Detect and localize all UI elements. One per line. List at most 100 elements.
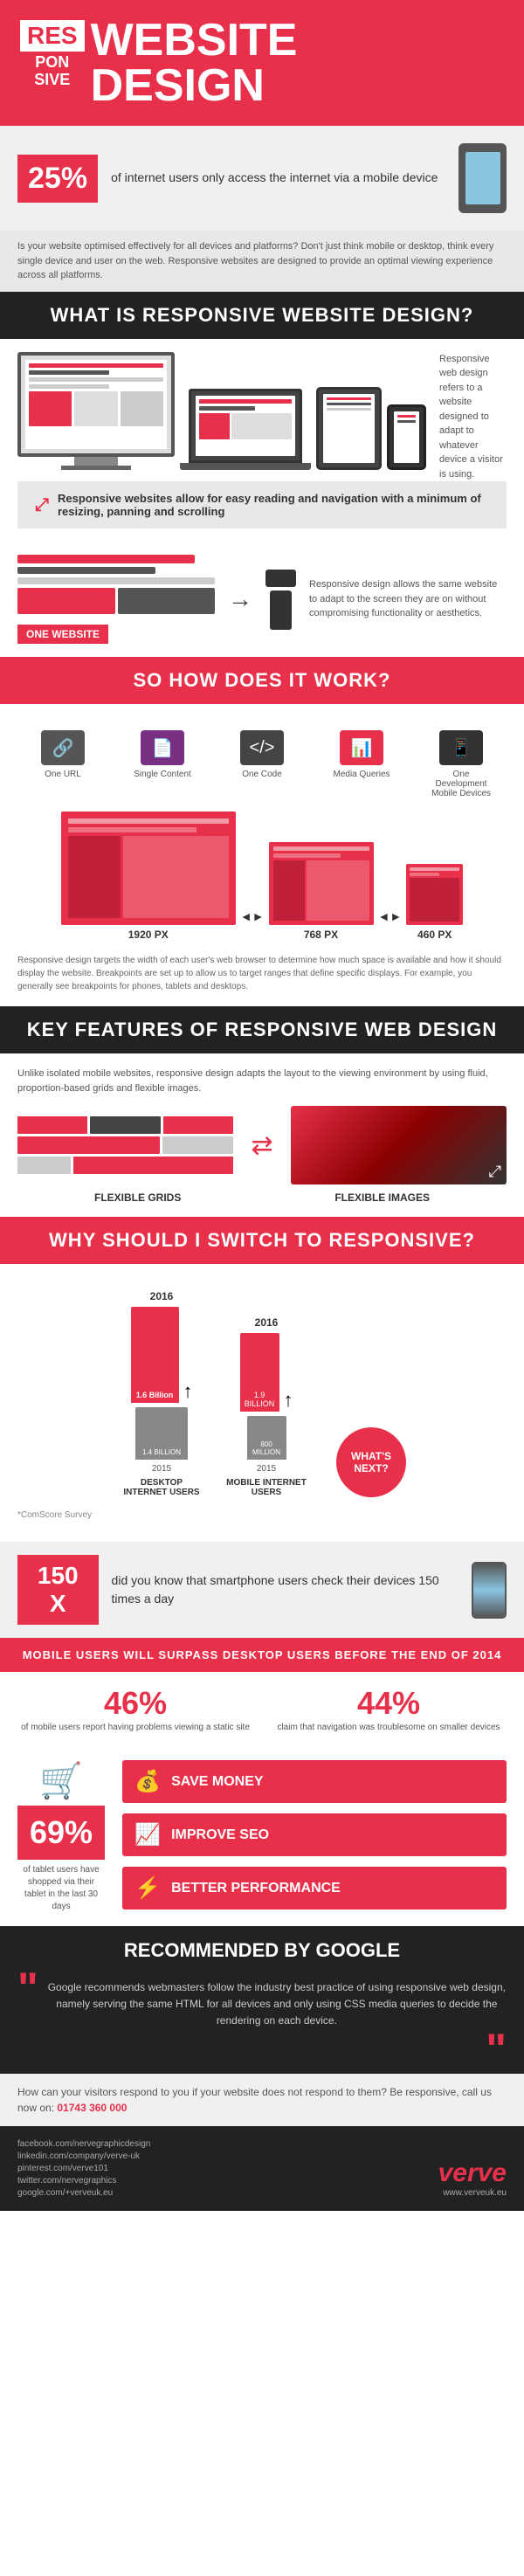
phone-number: 01743 360 000 <box>57 2102 127 2114</box>
pixel-sizes: 1920 PX ◄► 768 PX ◄► 460 PX <box>17 811 507 941</box>
features-intro: Unlike isolated mobile websites, respons… <box>17 1067 507 1095</box>
header: RES PONSIVE WEBSITE DESIGN <box>0 0 524 126</box>
header-title-line2: DESIGN <box>91 63 298 108</box>
footer-url: www.verveuk.eu <box>438 2188 507 2198</box>
social-facebook: facebook.com/nervegraphicdesign <box>17 2139 150 2149</box>
laptop-device <box>180 389 311 470</box>
savings-pct: 69% <box>17 1806 105 1860</box>
flexible-grids-visual <box>17 1116 233 1174</box>
header-title-line1: WEBSITE <box>91 17 298 63</box>
why-header: WHY SHOULD I SWITCH TO RESPONSIVE? <box>0 1217 524 1264</box>
quote-close-icon: " <box>17 2039 507 2061</box>
device-illustration <box>458 143 507 213</box>
how-item-code: </> One Code <box>227 730 297 798</box>
what-desc: Responsive web design refers to a websit… <box>439 352 507 482</box>
times-section: 150 X did you know that smartphone users… <box>0 1542 524 1638</box>
brand-block: verve www.verveuk.eu <box>438 2158 507 2198</box>
how-item-content: 📄 Single Content <box>128 730 197 798</box>
one-website-label: ONE WEBSITE <box>17 625 108 644</box>
what-header: WHAT IS RESPONSIVE WEBSITE DESIGN? <box>0 292 524 339</box>
benefit-improve-seo: 📈 IMPROVE SEO <box>122 1813 507 1856</box>
how-item-media: 📊 Media Queries <box>327 730 396 798</box>
money-icon: 💰 <box>134 1769 161 1794</box>
cart-icon: 🛒 <box>39 1760 83 1801</box>
px-1920: 1920 PX <box>61 811 236 941</box>
content-icon: 📄 <box>141 730 184 765</box>
features-visuals: ⇄ ⤢ <box>17 1106 507 1184</box>
feature2-label: FLEXIBLE IMAGES <box>334 1191 430 1204</box>
desktop-bar-large: 1.6 Billion <box>131 1307 179 1403</box>
stat-percent: 25% <box>17 155 98 203</box>
code-icon: </> <box>240 730 284 765</box>
flexible-images-visual: ⤢ <box>291 1106 507 1184</box>
what-caption: ⤢ Responsive websites allow for easy rea… <box>17 481 507 528</box>
what-section: Responsive web design refers to a websit… <box>0 339 524 542</box>
why-section: 2016 1.6 Billion ↑ 1.4 BILLION 2015 DESK… <box>0 1264 524 1542</box>
save-money-label: SAVE MONEY <box>171 1774 264 1790</box>
features-section: Unlike isolated mobile websites, respons… <box>0 1053 524 1217</box>
one-website-desc: Responsive design allows the same websit… <box>309 577 507 621</box>
up-arrow-desktop: ↑ <box>183 1380 193 1403</box>
size-desc: Responsive design targets the width of e… <box>17 954 507 993</box>
performance-icon: ⚡ <box>134 1875 161 1901</box>
up-arrow-mobile: ↑ <box>284 1389 293 1412</box>
benefit-save-money: 💰 SAVE MONEY <box>122 1760 507 1803</box>
device-icons-group <box>265 570 296 630</box>
res-logo: RES <box>17 17 87 54</box>
social-google: google.com/+verveuk.eu <box>17 2188 150 2198</box>
arrow-icon: → <box>228 585 252 613</box>
arrows-icon: ⇄ <box>242 1130 281 1161</box>
pct-section: 46% of mobile users report having proble… <box>0 1672 524 1747</box>
recommended-text: Google recommends webmasters follow the … <box>47 1979 507 2030</box>
monitor-device <box>17 352 175 470</box>
how-header: SO HOW DOES IT WORK? <box>0 657 524 704</box>
whats-next: WHAT'S NEXT? <box>336 1427 406 1497</box>
devices-icon: 📱 <box>439 730 483 765</box>
recommended-header: RECOMMENDED BY GOOGLE <box>17 1939 507 1962</box>
url-icon: 🔗 <box>41 730 85 765</box>
better-performance-label: BETTER PERFORMANCE <box>171 1881 341 1896</box>
sub-stat-text: Is your website optimised effectively fo… <box>0 231 524 292</box>
stat-section: 25% of internet users only access the in… <box>0 126 524 231</box>
pon-sive-text: PONSIVE <box>34 54 70 89</box>
how-icons-row: 🔗 One URL 📄 Single Content </> One Code … <box>17 730 507 798</box>
media-icon: 📊 <box>340 730 383 765</box>
pct-46: 46% of mobile users report having proble… <box>17 1685 253 1734</box>
features-labels: FLEXIBLE GRIDS FLEXIBLE IMAGES <box>17 1191 507 1204</box>
how-item-devices: 📱 One Development Mobile Devices <box>426 730 496 798</box>
tablet-device <box>316 387 382 470</box>
expand-icon: ⤢ <box>35 495 49 515</box>
one-website-diagram: ONE WEBSITE <box>17 555 215 644</box>
social-pinterest: pinterest.com/verve101 <box>17 2164 150 2173</box>
desktop-stat: 2016 1.6 Billion ↑ 1.4 BILLION 2015 DESK… <box>118 1290 205 1497</box>
users-stats: 2016 1.6 Billion ↑ 1.4 BILLION 2015 DESK… <box>17 1290 507 1497</box>
benefits-list: 💰 SAVE MONEY 📈 IMPROVE SEO ⚡ BETTER PERF… <box>122 1760 507 1910</box>
comscore: *ComScore Survey <box>17 1510 507 1520</box>
social-twitter: twitter.com/nervegraphics <box>17 2176 150 2186</box>
footer-social: facebook.com/nervegraphicdesign linkedin… <box>17 2139 150 2198</box>
verve-logo: verve <box>438 2158 507 2188</box>
phone-device <box>387 404 426 470</box>
smartphone-icon <box>472 1562 507 1619</box>
mobile-stat: 2016 1.9 BILLION ↑ 800 MILLION 2015 MOBI… <box>223 1316 310 1497</box>
features-header: KEY FEATURES OF RESPONSIVE WEB DESIGN <box>0 1006 524 1053</box>
feature1-label: FLEXIBLE GRIDS <box>94 1191 181 1204</box>
social-linkedin: linkedin.com/company/verve-uk <box>17 2151 150 2161</box>
one-website-section: ONE WEBSITE → Responsive design allows t… <box>0 542 524 657</box>
times-badge: 150 X <box>17 1555 99 1625</box>
quote-open-icon: " <box>17 1971 38 2006</box>
how-section: 🔗 One URL 📄 Single Content </> One Code … <box>0 704 524 1006</box>
savings-section: 🛒 69% of tablet users have shopped via t… <box>0 1747 524 1926</box>
stat-text: of internet users only access the intern… <box>111 169 445 187</box>
recommended-section: RECOMMENDED BY GOOGLE " Google recommend… <box>0 1926 524 2074</box>
px-768: 768 PX <box>269 842 374 941</box>
savings-left: 🛒 69% of tablet users have shopped via t… <box>17 1760 105 1913</box>
footer-links: facebook.com/nervegraphicdesign linkedin… <box>0 2126 524 2211</box>
px-460: 460 PX <box>406 864 463 941</box>
improve-seo-label: IMPROVE SEO <box>171 1827 269 1843</box>
seo-icon: 📈 <box>134 1822 161 1847</box>
surpass-bar: MOBILE USERS WILL SURPASS DESKTOP USERS … <box>0 1638 524 1672</box>
how-item-url: 🔗 One URL <box>28 730 98 798</box>
times-text: did you know that smartphone users check… <box>112 1571 458 1608</box>
pct-44: 44% claim that navigation was troublesom… <box>271 1685 507 1734</box>
